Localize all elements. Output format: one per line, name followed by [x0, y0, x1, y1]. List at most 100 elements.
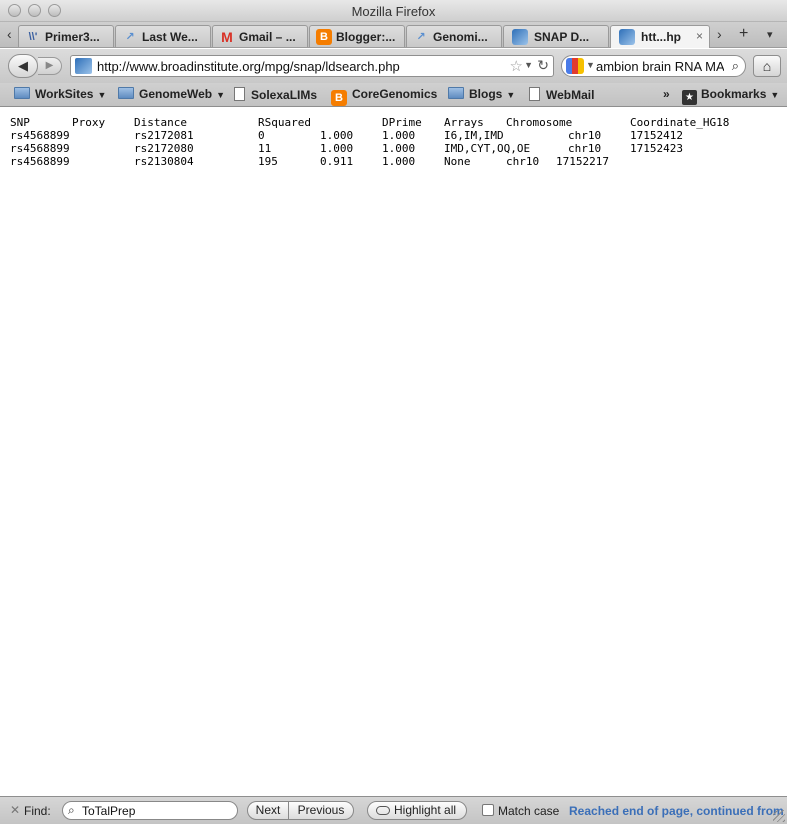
search-input[interactable]: ambion brain RNA MAQ [596, 59, 724, 74]
window-title: Mozilla Firefox [351, 4, 436, 19]
find-next-button[interactable]: Next [247, 801, 289, 820]
bookmark-webmail[interactable]: WebMail [529, 87, 594, 102]
back-button[interactable]: ◀ [8, 54, 38, 78]
forward-button[interactable]: ▶ [38, 57, 62, 75]
cell-arrays: IMD,CYT,OQ,OE [444, 142, 531, 155]
tab-gmail[interactable]: M Gmail – ... [212, 25, 308, 47]
url-text[interactable]: http://www.broadinstitute.org/mpg/snap/l… [97, 59, 400, 74]
find-status-message: Reached end of page, continued from top [569, 804, 787, 818]
highlight-all-button[interactable]: Highlight all [367, 801, 467, 820]
cell-rsquared: 1.000 [320, 129, 354, 142]
bookmark-label: WebMail [546, 88, 595, 102]
tab-label: Primer3... [45, 30, 100, 44]
home-icon: ⌂ [762, 58, 772, 74]
tab-scroll-left-icon[interactable]: ‹ [7, 26, 12, 42]
home-button[interactable]: ⌂ [753, 55, 781, 77]
cell-snp: rs4568899 [10, 142, 70, 155]
back-forward-group: ◀ ▶ [8, 54, 64, 78]
new-tab-icon[interactable]: + [739, 25, 748, 43]
blogger-favicon-icon: B [316, 29, 332, 45]
cell-arrays: None [444, 155, 471, 168]
bookmarks-toolbar: WorkSites ▼ GenomeWeb ▼ SolexaLIMs B CoreGe… [0, 83, 787, 107]
bookmark-folder-blogs[interactable]: Blogs ▼ [448, 87, 515, 101]
tab-scroll-right-icon[interactable]: › [717, 26, 722, 42]
cell-proxy: rs2130804 [134, 155, 194, 168]
close-find-bar-icon[interactable]: ✕ [10, 803, 20, 817]
tab-genomics[interactable]: ↗ Genomi... [406, 25, 502, 47]
find-previous-button[interactable]: Previous [288, 801, 354, 820]
tab-primer3[interactable]: \\' Primer3... [18, 25, 114, 47]
url-bar[interactable]: http://www.broadinstitute.org/mpg/snap/l… [70, 55, 554, 77]
header-distance: Distance [134, 116, 187, 129]
cell-snp: rs4568899 [10, 129, 70, 142]
folder-icon [118, 87, 134, 99]
tab-snap[interactable]: SNAP D... [503, 25, 609, 47]
dropdown-arrow-icon: ▼ [97, 90, 107, 100]
folder-icon [448, 87, 464, 99]
tab-close-icon[interactable]: × [696, 29, 703, 43]
genomeweb-favicon-icon: ↗ [416, 31, 426, 43]
window-titlebar: Mozilla Firefox [0, 0, 787, 22]
bookmark-folder-worksites[interactable]: WorkSites ▼ [14, 87, 106, 101]
cell-dprime: 1.000 [382, 142, 416, 155]
navigation-toolbar: ◀ ▶ http://www.broadinstitute.org/mpg/sn… [0, 49, 787, 83]
header-chromosome: Chromosome [506, 116, 573, 129]
cell-rsquared: 1.000 [320, 142, 354, 155]
find-label: Find: [24, 804, 51, 818]
dropdown-arrow-icon: ▼ [506, 90, 516, 100]
cell-proxy: rs2172080 [134, 142, 194, 155]
search-engine-dropdown-icon[interactable]: ▼ [586, 60, 595, 70]
bookmarks-overflow-chevron[interactable]: » [663, 87, 670, 101]
result-header-row: SNP Proxy Distance RSquared DPrime Array… [10, 116, 729, 129]
page-icon [234, 87, 245, 101]
cell-coordinate: 17152412 [630, 129, 683, 142]
bookmarks-menu-label: Bookmarks [701, 87, 767, 101]
blogger-icon: B [331, 90, 347, 106]
result-row: rs4568899 rs2172081 0 1.000 1.000 I6,IM,… [10, 129, 683, 142]
bookmark-label: WorkSites [35, 87, 94, 101]
bookmarks-star-icon: ★ [682, 90, 697, 105]
search-icon[interactable]: ⌕ [732, 58, 739, 74]
cell-snp: rs4568899 [10, 155, 70, 168]
bookmark-star-icon[interactable]: ☆ [510, 57, 523, 75]
cell-distance: 0 [258, 129, 265, 142]
find-query-text[interactable]: ToTalPrep [82, 804, 135, 818]
highlight-pill-icon [376, 806, 390, 815]
result-row: rs4568899 rs2172080 11 1.000 1.000 IMD,C… [10, 142, 683, 155]
header-arrays: Arrays [444, 116, 484, 129]
bookmark-coregenomics[interactable]: B CoreGenomics [331, 87, 437, 106]
match-case-checkbox[interactable] [482, 804, 494, 816]
tab-strip: ‹ \\' Primer3... ↗ Last We... M Gmail – … [0, 22, 787, 48]
url-history-dropdown-icon[interactable]: ▼ [524, 60, 533, 70]
primer3-favicon-icon: \\' [28, 31, 38, 43]
bookmark-folder-genomeweb[interactable]: GenomeWeb ▼ [118, 87, 225, 101]
cell-chromosome: chr10 [506, 155, 540, 168]
tab-blogger[interactable]: B Blogger:... [309, 25, 405, 47]
genomeweb-favicon-icon: ↗ [125, 31, 135, 43]
match-case-label[interactable]: Match case [498, 804, 559, 818]
site-identity-icon[interactable] [75, 58, 92, 74]
cell-arrays: I6,IM,IMD [444, 129, 504, 142]
bookmarks-menu-button[interactable]: ★ Bookmarks ▼ [682, 87, 779, 105]
page-content: SNP Proxy Distance RSquared DPrime Array… [0, 108, 787, 795]
reload-icon[interactable]: ↻ [537, 57, 549, 74]
tab-ldsearch-active[interactable]: htt...hp × [610, 25, 710, 48]
search-bar[interactable]: ▼ ambion brain RNA MAQ ⌕ [561, 55, 746, 77]
bookmark-solexalims[interactable]: SolexaLIMs [234, 87, 317, 102]
header-coordinate: Coordinate_HG18 [630, 116, 730, 129]
folder-icon [14, 87, 30, 99]
google-engine-icon[interactable] [566, 58, 584, 74]
page-icon [529, 87, 540, 101]
gmail-favicon-icon: M [221, 29, 233, 45]
resize-grip-icon[interactable] [773, 810, 785, 822]
cell-coordinate: 17152423 [630, 142, 683, 155]
tab-last-week[interactable]: ↗ Last We... [115, 25, 211, 47]
cell-chromosome: chr10 [568, 142, 602, 155]
header-rsquared: RSquared [258, 116, 311, 129]
tab-label: Gmail – ... [239, 30, 296, 44]
find-bar: ✕ Find: ⌕ ToTalPrep Next Previous Highli… [0, 796, 787, 824]
bookmark-label: GenomeWeb [139, 87, 213, 101]
header-dprime: DPrime [382, 116, 422, 129]
list-all-tabs-icon[interactable]: ▾ [767, 28, 773, 41]
find-input[interactable]: ⌕ ToTalPrep [62, 801, 238, 820]
